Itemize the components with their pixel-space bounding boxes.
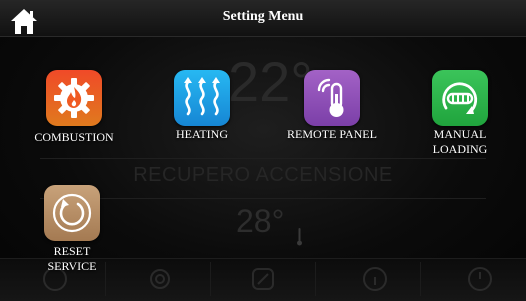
background-set-temperature: 28°: [236, 203, 285, 239]
auger-loading-icon: [432, 70, 488, 126]
gear-icon: [147, 266, 173, 292]
footer-divider: [315, 262, 316, 296]
flame-gear-icon: [46, 70, 102, 126]
menu-item-label: REMOTE PANEL: [287, 127, 377, 141]
menu-item-label: HEATING: [176, 127, 228, 141]
footer-divider: [420, 262, 421, 296]
info-icon: [362, 266, 388, 292]
remote-thermometer-icon: [304, 70, 360, 126]
background-divider: [40, 158, 486, 159]
page-title: Setting Menu: [222, 9, 304, 24]
heat-waves-icon: [174, 70, 230, 126]
menu-item-label: RESET SERVICE: [47, 244, 97, 273]
history-icon: [467, 266, 493, 292]
background-divider: [40, 198, 486, 199]
footer-divider: [210, 262, 211, 296]
menu-item-label: MANUAL LOADING: [432, 127, 488, 156]
menu-item-label: COMBUSTION: [34, 130, 114, 144]
edit-icon: [250, 266, 276, 292]
reset-icon: [44, 185, 100, 241]
background-temperature: 22°: [228, 50, 313, 113]
background-status: RECUPERO ACCENSIONE: [133, 164, 393, 186]
header-bar: Setting Menu: [0, 0, 526, 37]
thermometer-icon: [297, 228, 302, 246]
